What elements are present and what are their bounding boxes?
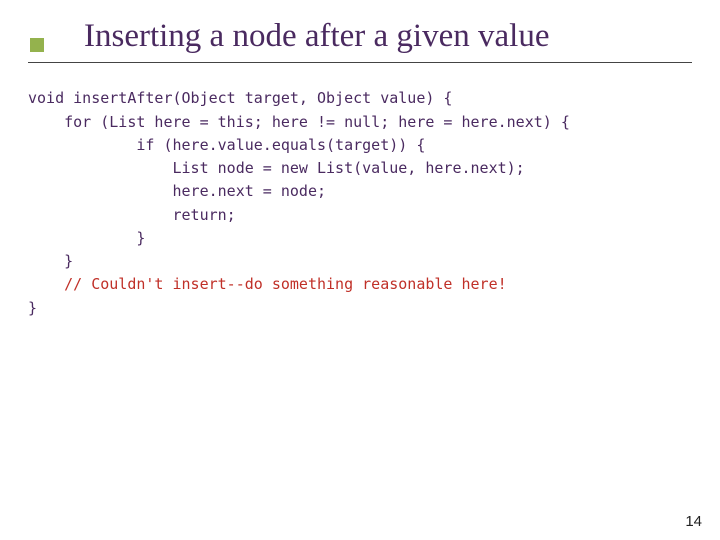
code-comment: // Couldn't insert--do something reasona… bbox=[28, 275, 507, 293]
slide: Inserting a node after a given value voi… bbox=[0, 0, 720, 540]
code-line: if (here.value.equals(target)) { bbox=[28, 136, 425, 154]
code-line: } bbox=[28, 229, 145, 247]
bullet-icon bbox=[30, 38, 44, 52]
code-line: void insertAfter(Object target, Object v… bbox=[28, 89, 452, 107]
slide-number: 14 bbox=[685, 513, 702, 530]
code-line: List node = new List(value, here.next); bbox=[28, 159, 525, 177]
code-line: } bbox=[28, 252, 73, 270]
code-line: } bbox=[28, 299, 37, 317]
code-line: here.next = node; bbox=[28, 182, 326, 200]
code-line: for (List here = this; here != null; her… bbox=[28, 113, 570, 131]
title-row: Inserting a node after a given value bbox=[0, 0, 720, 54]
code-block: void insertAfter(Object target, Object v… bbox=[0, 63, 720, 320]
code-line: return; bbox=[28, 206, 236, 224]
slide-title: Inserting a node after a given value bbox=[84, 18, 549, 54]
